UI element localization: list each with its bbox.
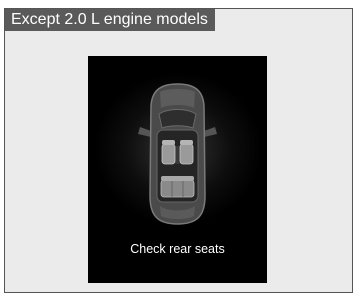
section-header: Except 2.0 L engine models [5, 9, 215, 31]
multi-info-display: Check rear seats [88, 56, 267, 283]
check-rear-seats-message: Check rear seats [130, 242, 225, 256]
figure-frame: Except 2.0 L engine models Check rear se… [4, 8, 353, 293]
